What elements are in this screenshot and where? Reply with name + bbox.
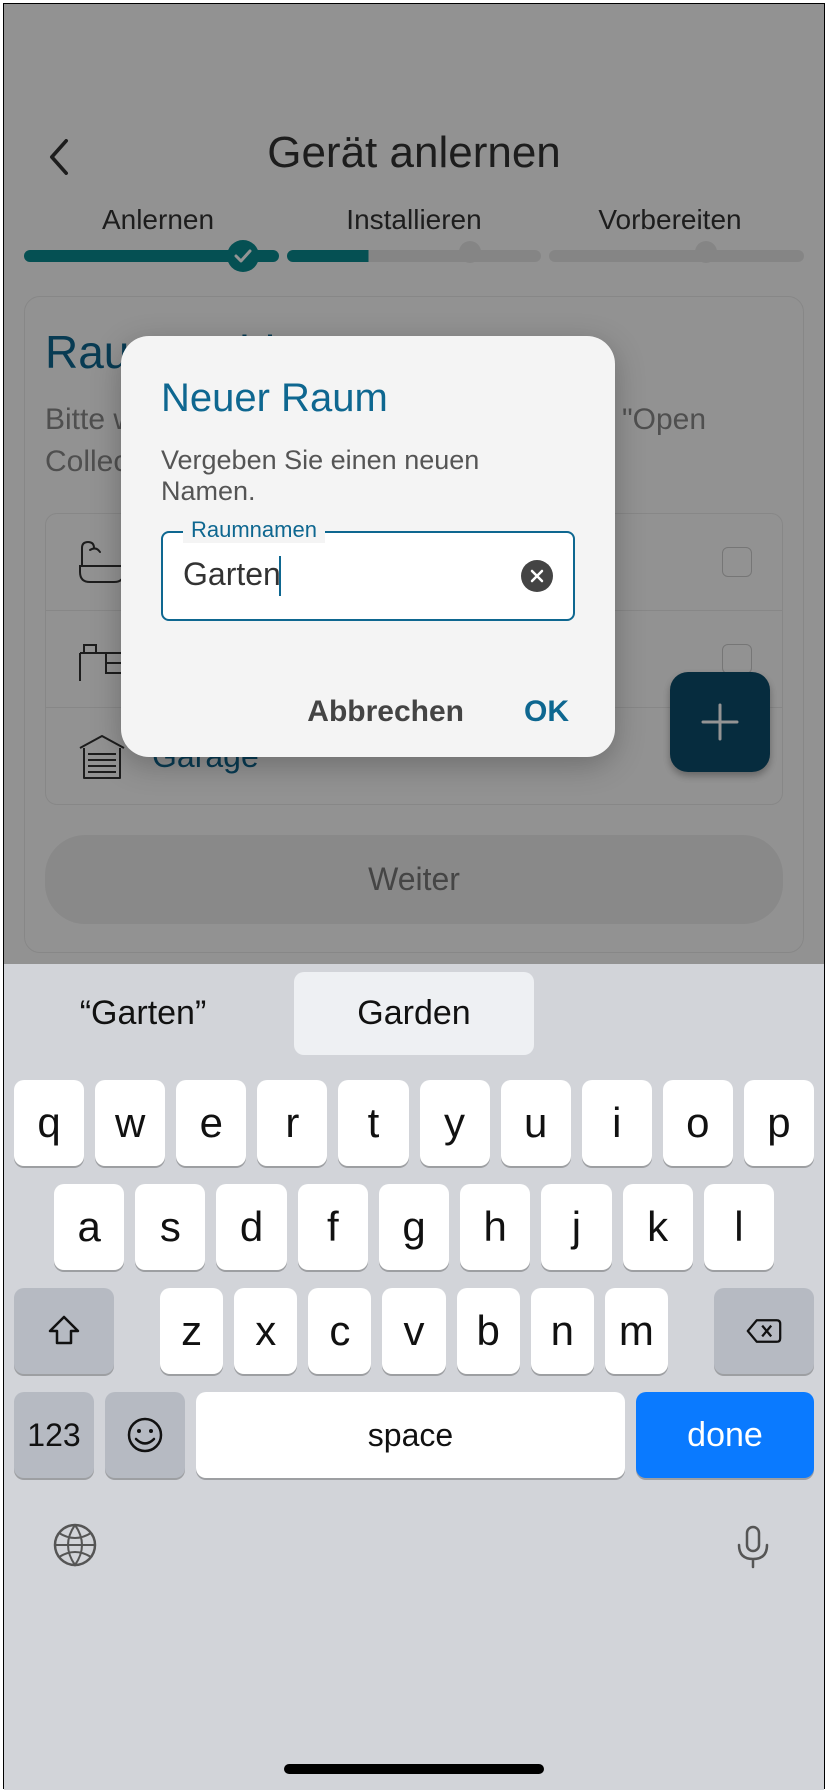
- key-row-4: 123 space done: [4, 1392, 824, 1478]
- key-numbers[interactable]: 123: [14, 1392, 94, 1478]
- suggestion[interactable]: Garden: [294, 972, 534, 1055]
- mic-button[interactable]: [726, 1518, 780, 1572]
- globe-icon: [51, 1521, 99, 1569]
- cancel-button[interactable]: Abbrechen: [307, 695, 464, 729]
- dialog-subtitle: Vergeben Sie einen neuen Namen.: [161, 445, 575, 507]
- field-label: Raumnamen: [183, 517, 325, 543]
- key-q[interactable]: q: [14, 1080, 84, 1166]
- key-backspace[interactable]: [714, 1288, 814, 1374]
- key-a[interactable]: a: [54, 1184, 124, 1270]
- keyboard-bottom: [4, 1478, 824, 1572]
- key-w[interactable]: w: [95, 1080, 165, 1166]
- input-value: Garten: [183, 556, 281, 592]
- text-caret: [279, 556, 281, 596]
- key-row-3: z x c v b n m: [4, 1288, 824, 1374]
- key-d[interactable]: d: [216, 1184, 286, 1270]
- key-k[interactable]: k: [623, 1184, 693, 1270]
- key-l[interactable]: l: [704, 1184, 774, 1270]
- key-b[interactable]: b: [457, 1288, 520, 1374]
- key-h[interactable]: h: [460, 1184, 530, 1270]
- key-r[interactable]: r: [257, 1080, 327, 1166]
- new-room-dialog: Neuer Raum Vergeben Sie einen neuen Name…: [121, 336, 615, 757]
- key-y[interactable]: y: [420, 1080, 490, 1166]
- key-c[interactable]: c: [308, 1288, 371, 1374]
- backspace-icon: [746, 1313, 782, 1349]
- ok-button[interactable]: OK: [524, 695, 569, 729]
- key-s[interactable]: s: [135, 1184, 205, 1270]
- key-i[interactable]: i: [582, 1080, 652, 1166]
- room-name-field[interactable]: Raumnamen Garten: [161, 531, 575, 621]
- key-space[interactable]: space: [196, 1392, 625, 1478]
- key-v[interactable]: v: [382, 1288, 445, 1374]
- suggestion-bar: “Garten” Garden: [4, 964, 824, 1062]
- key-shift[interactable]: [14, 1288, 114, 1374]
- key-m[interactable]: m: [605, 1288, 668, 1374]
- key-row-1: q w e r t y u i o p: [4, 1080, 824, 1166]
- key-emoji[interactable]: [105, 1392, 185, 1478]
- key-z[interactable]: z: [160, 1288, 223, 1374]
- key-j[interactable]: j: [541, 1184, 611, 1270]
- dialog-actions: Abbrechen OK: [161, 681, 575, 741]
- emoji-icon: [126, 1416, 164, 1454]
- key-p[interactable]: p: [744, 1080, 814, 1166]
- suggestion[interactable]: [554, 991, 816, 1035]
- clear-input-button[interactable]: [521, 560, 553, 592]
- key-g[interactable]: g: [379, 1184, 449, 1270]
- keyboard: “Garten” Garden q w e r t y u i o p a s …: [4, 964, 824, 1790]
- key-o[interactable]: o: [663, 1080, 733, 1166]
- key-t[interactable]: t: [338, 1080, 408, 1166]
- key-u[interactable]: u: [501, 1080, 571, 1166]
- room-name-input[interactable]: Garten: [183, 556, 521, 597]
- close-icon: [529, 568, 545, 584]
- dialog-title: Neuer Raum: [161, 376, 575, 421]
- key-done[interactable]: done: [636, 1392, 814, 1478]
- key-x[interactable]: x: [234, 1288, 297, 1374]
- mic-icon: [729, 1521, 777, 1569]
- key-row-2: a s d f g h j k l: [4, 1184, 824, 1270]
- key-f[interactable]: f: [298, 1184, 368, 1270]
- shift-icon: [46, 1313, 82, 1349]
- key-e[interactable]: e: [176, 1080, 246, 1166]
- suggestion[interactable]: “Garten”: [12, 972, 274, 1055]
- key-n[interactable]: n: [531, 1288, 594, 1374]
- home-indicator[interactable]: [284, 1764, 544, 1774]
- globe-button[interactable]: [48, 1518, 102, 1572]
